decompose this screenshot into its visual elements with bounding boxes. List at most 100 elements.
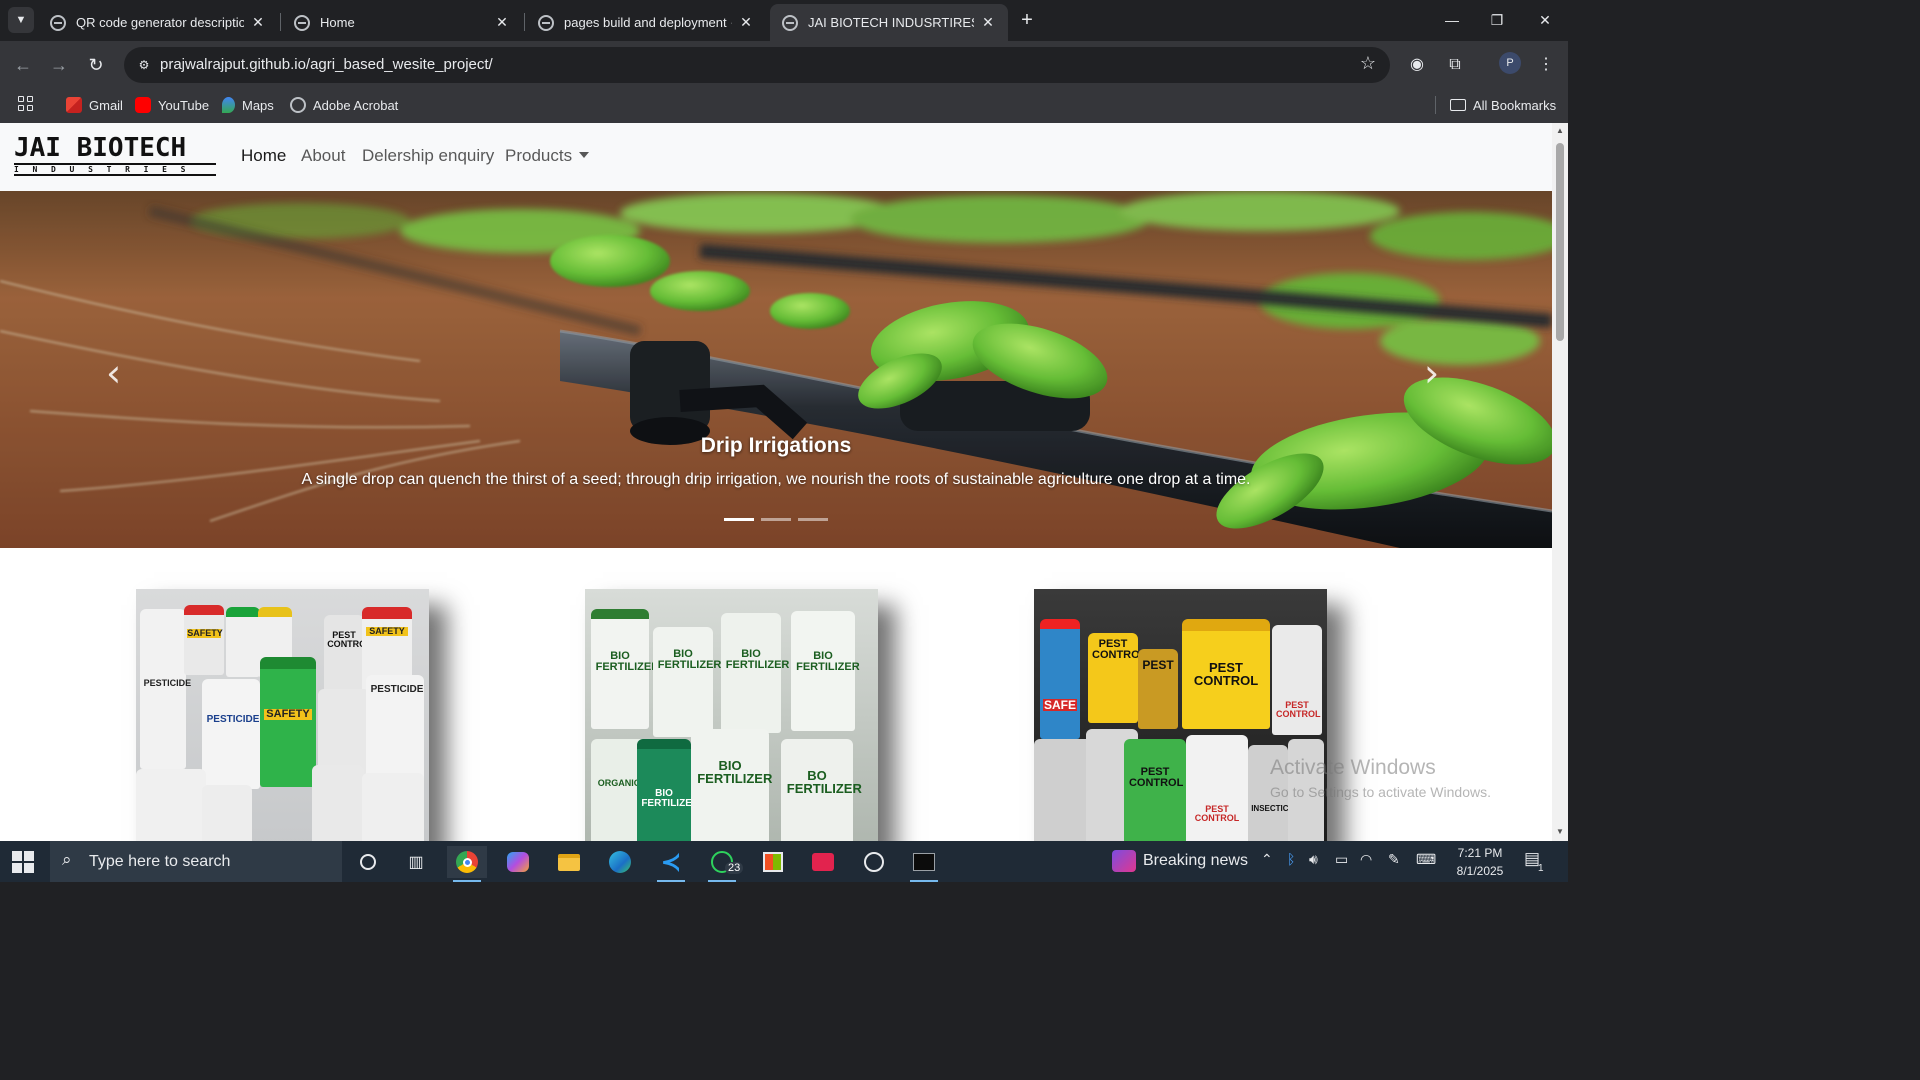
address-bar[interactable]: ⚙ prajwalrajput.github.io/agri_based_wes… — [124, 47, 1390, 83]
profile-avatar[interactable]: P — [1499, 52, 1521, 74]
product-bottle: PEST CONTROL — [1182, 619, 1270, 729]
nav-products-label: Products — [505, 146, 573, 165]
pen-icon[interactable]: ✎ — [1388, 851, 1400, 868]
taskbar-search[interactable]: ⌕ Type here to search — [50, 841, 342, 882]
product-bottle: BIO FERTILIZER — [691, 729, 772, 841]
site-logo[interactable]: JAI BIOTECH INDUSTRIES — [14, 133, 216, 176]
volume-icon[interactable]: 🔊︎ — [1309, 851, 1318, 868]
product-bottle: SAFETY — [260, 657, 316, 787]
clock-time: 7:21 PM — [1457, 846, 1503, 860]
product-bottle — [226, 607, 260, 677]
openai-icon — [864, 852, 884, 872]
page-scrollbar[interactable]: ▲ ▼ — [1552, 123, 1568, 841]
product-bottle: PEST CONTROL — [324, 615, 372, 695]
bookmark-maps[interactable]: Maps — [222, 94, 274, 116]
product-bottle: PEST CONTROL — [1088, 633, 1146, 723]
nav-about[interactable]: About — [301, 146, 345, 166]
nav-products-dropdown[interactable]: Products — [505, 146, 590, 166]
nav-home[interactable]: Home — [241, 146, 286, 166]
bookmark-star-icon[interactable]: ☆ — [1360, 53, 1376, 74]
start-button[interactable] — [12, 851, 34, 873]
close-tab-icon[interactable]: ✕ — [980, 14, 996, 31]
close-tab-icon[interactable]: ✕ — [494, 14, 510, 31]
logo-main-text: JAI BIOTECH — [14, 133, 187, 163]
close-window-button[interactable]: ✕ — [1530, 8, 1560, 32]
news-icon[interactable] — [1112, 850, 1136, 872]
scroll-up-icon[interactable]: ▲ — [1555, 126, 1565, 136]
globe-icon — [538, 14, 554, 31]
carousel-prev-button[interactable]: ‹ — [106, 351, 121, 395]
tab-home[interactable]: Home ✕ — [282, 4, 522, 41]
product-card-pest-control[interactable]: SAFE PEST CONTROL PEST PEST CONTROL PEST… — [1034, 589, 1327, 841]
news-widget[interactable]: Breaking news — [1143, 852, 1248, 870]
tab-divider — [524, 13, 525, 31]
chrome-icon — [456, 851, 478, 873]
product-bottle — [1034, 739, 1094, 841]
globe-icon — [782, 14, 798, 31]
wifi-icon[interactable]: ◠ — [1360, 851, 1372, 868]
bookmark-youtube[interactable]: YouTube — [135, 94, 209, 116]
chevron-up-icon[interactable]: ⌃ — [1261, 851, 1273, 868]
page-viewport: JAI BIOTECH INDUSTRIES Home About Delers… — [0, 123, 1552, 841]
youtube-icon — [135, 97, 151, 113]
carousel-indicator[interactable] — [798, 518, 828, 521]
scroll-thumb[interactable] — [1556, 143, 1564, 341]
tab-qr-code[interactable]: QR code generator description ✕ — [38, 4, 278, 41]
task-view-button[interactable]: ▥ — [396, 846, 436, 878]
scroll-down-icon[interactable]: ▼ — [1555, 827, 1565, 837]
vscode-taskbar-app[interactable]: ≺ — [651, 846, 691, 882]
whatsapp-taskbar-app[interactable]: 23 — [702, 846, 744, 882]
tab-pages-build[interactable]: pages build and deployment · p ✕ — [526, 4, 766, 41]
site-info-icon[interactable]: ⚙ — [132, 53, 156, 77]
minimize-button[interactable]: — — [1437, 8, 1467, 32]
battery-icon[interactable]: ▭ — [1335, 851, 1348, 868]
product-card-pesticides[interactable]: PESTICIDE SAFETY PEST CONTROL SAFETY PES… — [136, 589, 429, 841]
carousel-next-button[interactable]: › — [1424, 351, 1439, 395]
video-taskbar-app[interactable] — [803, 846, 843, 878]
tab-jai-biotech[interactable]: JAI BIOTECH INDUSRTIRES ✕ — [770, 4, 1008, 41]
tab-divider — [280, 13, 281, 31]
gmail-icon — [66, 97, 82, 113]
arrow-right-icon: → — [50, 55, 68, 75]
camera-icon[interactable]: ◉ — [1405, 53, 1429, 77]
chrome-taskbar-app[interactable] — [447, 846, 487, 882]
file-explorer-taskbar-app[interactable] — [549, 846, 589, 878]
product-bottle: SAFETY — [184, 605, 224, 675]
keyboard-icon[interactable]: ⌨ — [1416, 851, 1436, 868]
new-tab-button[interactable]: + — [1016, 9, 1038, 31]
chevron-down-icon: ▼ — [15, 14, 27, 26]
reload-button[interactable]: ↻ — [83, 52, 109, 78]
task-view-icon: ▥ — [408, 854, 424, 871]
carousel-indicator[interactable] — [724, 518, 754, 521]
extensions-icon[interactable]: ⧉ — [1443, 53, 1467, 77]
taskbar-clock[interactable]: 7:21 PM 8/1/2025 — [1452, 844, 1508, 880]
bookmark-adobe-acrobat[interactable]: Adobe Acrobat — [290, 94, 398, 116]
bluetooth-icon[interactable]: ᛒ — [1287, 851, 1295, 867]
nav-dealership-enquiry[interactable]: Delership enquiry — [362, 146, 494, 166]
taskbar-search-placeholder: Type here to search — [89, 853, 231, 870]
close-tab-icon[interactable]: ✕ — [250, 14, 266, 31]
back-button[interactable]: ← — [10, 52, 36, 78]
store-taskbar-app[interactable] — [753, 846, 793, 878]
cortana-button[interactable] — [348, 846, 388, 878]
edge-taskbar-app[interactable] — [600, 846, 640, 878]
apps-grid-icon[interactable] — [18, 96, 36, 114]
close-tab-icon[interactable]: ✕ — [738, 14, 754, 31]
chatgpt-taskbar-app[interactable] — [854, 846, 894, 878]
carousel-indicator[interactable] — [761, 518, 791, 521]
product-card-bio-fertilizer[interactable]: BIO FERTILIZER BIO FERTILIZER BIO FERTIL… — [585, 589, 878, 841]
tab-strip: ▼ QR code generator description ✕ Home ✕… — [0, 0, 1568, 41]
product-bottle: BIO FERTILIZER — [653, 627, 721, 737]
forward-button[interactable]: → — [46, 52, 72, 78]
tab-search-button[interactable]: ▼ — [8, 7, 34, 33]
bookmark-gmail[interactable]: Gmail — [66, 94, 123, 116]
bookmarks-bar: Gmail YouTube Maps Adobe Acrobat All Boo… — [0, 88, 1568, 123]
all-bookmarks[interactable]: All Bookmarks — [1450, 94, 1556, 116]
copilot-taskbar-app[interactable] — [498, 846, 538, 878]
menu-icon[interactable]: ⋮ — [1534, 53, 1558, 77]
search-icon: ⌕ — [62, 850, 72, 869]
product-bottle: BIO FERTILIZER — [637, 739, 699, 841]
terminal-taskbar-app[interactable] — [904, 846, 944, 882]
restore-button[interactable]: ❐ — [1482, 8, 1512, 32]
tab-title: Home — [320, 15, 355, 30]
